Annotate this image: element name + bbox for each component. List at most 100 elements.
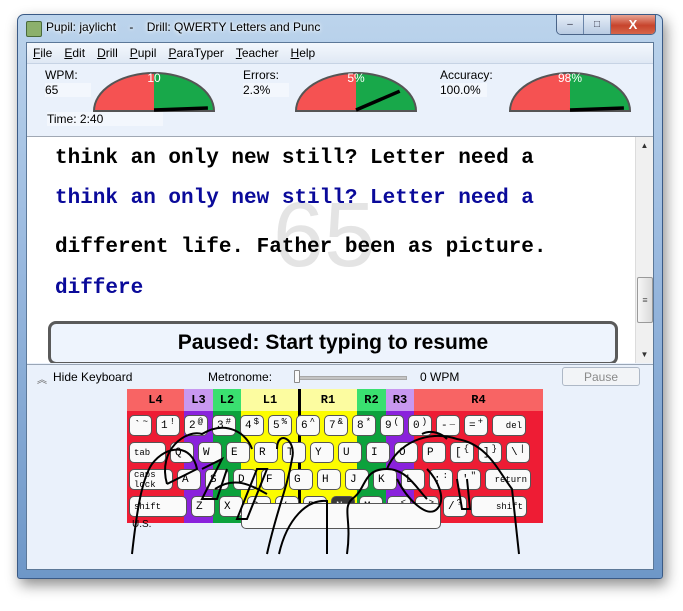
metronome-slider-track[interactable] [295, 376, 407, 380]
zone-l3: L3 [184, 389, 213, 411]
vertical-scrollbar[interactable]: ▲ ≡ ▼ [635, 137, 653, 363]
key-a[interactable]: A [177, 469, 201, 490]
key-shift[interactable]: shift [471, 496, 527, 517]
wpm-gauge: 10 [92, 71, 216, 112]
source-line: different life. Father been as picture. [55, 236, 547, 259]
key-6[interactable]: 6 ^ [296, 415, 320, 436]
key-y[interactable]: Y [310, 442, 334, 463]
key-[interactable]: - _ [436, 415, 460, 436]
title-bar[interactable]: Pupil: jaylicht - Drill: QWERTY Letters … [18, 15, 662, 41]
zone-r1: R1 [299, 389, 357, 411]
finger-zones: L4 L3 L2 L1 R1 R2 R3 R4 [127, 389, 543, 411]
key-3[interactable]: 3 # [212, 415, 236, 436]
key-4[interactable]: 4 $ [240, 415, 264, 436]
zone-r3: R3 [386, 389, 414, 411]
menu-paratyper[interactable]: ParaTyper [162, 46, 229, 60]
close-icon: X [628, 17, 638, 32]
key-0[interactable]: 0) [408, 415, 432, 436]
menu-teacher[interactable]: Teacher [230, 46, 285, 60]
menu-edit[interactable]: Edit [58, 46, 91, 60]
menu-drill[interactable]: Drill [91, 46, 124, 60]
errors-value: 2.3% [243, 83, 289, 97]
key-[interactable]: ;: [429, 469, 453, 490]
key-5[interactable]: 5% [268, 415, 292, 436]
key-space[interactable] [241, 503, 441, 529]
caption-buttons: – □ X [556, 15, 656, 35]
maximize-button[interactable]: □ [584, 15, 611, 34]
wpm-value: 65 [45, 83, 91, 97]
key-l[interactable]: L [401, 469, 425, 490]
key-caps-lock[interactable]: caps lock [129, 469, 173, 490]
scroll-up-arrow-icon[interactable]: ▲ [636, 137, 653, 154]
key-tab[interactable]: tab [129, 442, 166, 463]
key-[interactable]: [{ [450, 442, 474, 463]
collapse-chevrons-icon[interactable]: ︽ [37, 371, 47, 386]
key-s[interactable]: S [205, 469, 229, 490]
accuracy-value: 100.0% [440, 83, 487, 97]
app-window: Pupil: jaylicht - Drill: QWERTY Letters … [17, 14, 663, 579]
wpm-label: WPM: [45, 68, 78, 82]
pause-button[interactable]: Pause [562, 367, 640, 386]
key-u[interactable]: U [338, 442, 362, 463]
gauge-label: 5% [347, 71, 365, 85]
key-p[interactable]: P [422, 442, 446, 463]
key-w[interactable]: W [198, 442, 222, 463]
key-9[interactable]: 9( [380, 415, 404, 436]
key-[interactable]: ]} [478, 442, 502, 463]
metronome-slider-thumb[interactable] [294, 370, 300, 383]
client-area: File Edit Drill Pupil ParaTyper Teacher Help W… [26, 42, 654, 570]
source-line: think an only new still? Letter need a [55, 147, 534, 170]
key-7[interactable]: 7 & [324, 415, 348, 436]
key-f[interactable]: F [261, 469, 285, 490]
key-[interactable]: /? [443, 496, 467, 517]
time-label: Time: [47, 112, 77, 126]
gauge-needle [569, 106, 624, 112]
metronome-label: Metronome: [208, 370, 273, 384]
key-shift[interactable]: shift [129, 496, 187, 517]
typed-line: differe [55, 277, 144, 300]
key-o[interactable]: O [394, 442, 418, 463]
key-t[interactable]: T [282, 442, 306, 463]
close-button[interactable]: X [611, 15, 655, 34]
key-g[interactable]: G [289, 469, 313, 490]
errors-gauge: 5% [294, 71, 418, 112]
time-value: 2:40 [79, 112, 104, 126]
menu-help[interactable]: Help [285, 46, 322, 60]
key-[interactable]: ` ~ [129, 415, 152, 436]
accuracy-gauge: 98% [508, 71, 632, 112]
key-r[interactable]: R [254, 442, 278, 463]
key-8[interactable]: 8 * [352, 415, 376, 436]
time-display: Time: 2:40 [47, 112, 163, 126]
key-k[interactable]: K [373, 469, 397, 490]
typing-area[interactable]: 65 think an only new still? Letter need … [27, 137, 653, 363]
key-z[interactable]: Z [191, 496, 215, 517]
hide-keyboard-toggle[interactable]: Hide Keyboard [53, 370, 132, 384]
zone-l2: L2 [213, 389, 241, 411]
key-d[interactable]: D [233, 469, 257, 490]
gauge-label: 98% [558, 71, 582, 85]
key-x[interactable]: X [219, 496, 243, 517]
menu-file[interactable]: File [27, 46, 58, 60]
key-1[interactable]: 1! [156, 415, 180, 436]
key-h[interactable]: H [317, 469, 341, 490]
gauge-label: 10 [147, 71, 161, 85]
key-del[interactable]: del [492, 415, 526, 436]
key-[interactable]: = + [464, 415, 488, 436]
scroll-down-arrow-icon[interactable]: ▼ [636, 346, 653, 363]
zone-r2: R2 [357, 389, 386, 411]
key-2[interactable]: 2 @ [184, 415, 208, 436]
key-[interactable]: \ | [506, 442, 530, 463]
key-[interactable]: ' " [457, 469, 481, 490]
key-e[interactable]: E [226, 442, 250, 463]
typed-line: think an only new still? Letter need a [55, 187, 534, 210]
key-q[interactable]: Q [170, 442, 194, 463]
metronome-value: 0 WPM [420, 370, 460, 384]
key-j[interactable]: J [345, 469, 369, 490]
scroll-thumb[interactable]: ≡ [637, 277, 653, 323]
key-return[interactable]: return [485, 469, 531, 490]
minimize-button[interactable]: – [557, 15, 584, 34]
menu-pupil[interactable]: Pupil [124, 46, 163, 60]
maximize-icon: □ [593, 19, 601, 30]
keyboard-locale: U.S. [132, 519, 152, 530]
key-i[interactable]: I [366, 442, 390, 463]
